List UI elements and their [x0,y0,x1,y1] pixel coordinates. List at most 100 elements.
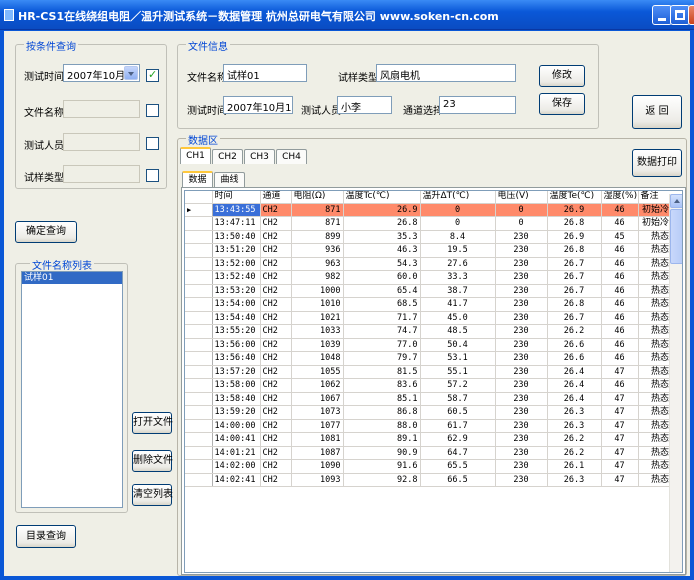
table-cell[interactable]: 13:50:40 [212,230,261,244]
table-cell[interactable]: 0 [420,216,496,231]
table-row[interactable]: 13:52:00 CH2 963 54.3 27.6 230 26.7 46 热态值 [185,257,682,271]
column-header-temp-te[interactable]: 温度Te(℃) [547,191,602,204]
table-cell[interactable]: 81.5 [343,365,421,379]
table-cell[interactable]: 46 [601,297,639,312]
query-file-name-checkbox[interactable] [146,104,159,117]
table-cell[interactable]: 58.7 [420,392,496,406]
file-list-item[interactable]: 试样01 [22,272,122,284]
table-cell[interactable]: 1048 [291,351,344,366]
column-header-humidity[interactable]: 湿度(%) [601,191,639,204]
table-cell[interactable]: 14:01:21 [212,446,261,460]
table-cell[interactable]: CH2 [260,230,292,244]
table-cell[interactable]: 230 [495,473,548,487]
table-cell[interactable]: 13:47:11 [212,216,261,231]
table-cell[interactable]: 1073 [291,405,344,420]
table-cell[interactable]: 13:54:00 [212,297,261,312]
table-cell[interactable]: 86.8 [343,405,421,420]
table-cell[interactable]: 47 [601,432,639,447]
table-cell[interactable]: 26.4 [547,392,602,406]
table-cell[interactable]: 57.2 [420,378,496,393]
table-cell[interactable]: 26.1 [547,459,602,474]
table-cell[interactable]: CH2 [260,473,292,487]
table-cell[interactable]: 230 [495,230,548,244]
query-tester-checkbox[interactable] [146,137,159,150]
table-row[interactable]: 13:57:20 CH2 1055 81.5 55.1 230 26.4 47 热态值 [185,365,682,379]
table-cell[interactable]: 13:56:00 [212,338,261,352]
table-cell[interactable]: 230 [495,311,548,325]
table-cell[interactable]: CH2 [260,392,292,406]
table-cell[interactable]: 26.8 [547,243,602,258]
table-cell[interactable]: 55.1 [420,365,496,379]
table-cell[interactable]: 47 [601,419,639,433]
table-cell[interactable]: 871 [291,203,344,217]
table-cell[interactable]: 45.0 [420,311,496,325]
table-cell[interactable]: 13:58:00 [212,378,261,393]
table-row[interactable]: 13:58:00 CH2 1062 83.6 57.2 230 26.4 46 热态值 [185,378,682,393]
query-test-time-checkbox[interactable] [146,68,159,82]
file-list[interactable]: 试样01 [21,271,123,508]
table-cell[interactable]: 871 [291,216,344,231]
column-header-voltage[interactable]: 电压(V) [495,191,548,204]
table-cell[interactable]: 60.0 [343,270,421,285]
table-cell[interactable]: 230 [495,365,548,379]
table-row[interactable]: ▶ 13:43:55 CH2 871 26.9 0 0 26.9 46 初始冷态值 [185,203,682,217]
tab-ch4[interactable]: CH4 [276,149,307,164]
table-cell[interactable]: 46 [601,338,639,352]
table-cell[interactable]: 1000 [291,284,344,298]
file-info-test-time-input[interactable]: 2007年10月11日 [223,96,293,114]
table-cell[interactable]: 230 [495,378,548,393]
column-header-temp-tc[interactable]: 温度Tc(℃) [343,191,421,204]
clear-list-button[interactable]: 清空列表 [132,484,173,506]
chevron-down-icon[interactable] [124,66,138,80]
table-cell[interactable]: CH2 [260,446,292,460]
file-info-name-input[interactable]: 试样01 [223,64,307,82]
table-cell[interactable]: 64.7 [420,446,496,460]
table-cell[interactable]: 60.5 [420,405,496,420]
table-cell[interactable]: 13:51:20 [212,243,261,258]
table-cell[interactable]: 0 [495,216,548,231]
query-file-name-input[interactable] [63,100,140,118]
scroll-down-icon[interactable] [670,572,683,573]
table-row[interactable]: 13:55:20 CH2 1033 74.7 48.5 230 26.2 46 热态值 [185,324,682,339]
table-cell[interactable]: 1090 [291,459,344,474]
table-cell[interactable]: 45 [601,230,639,244]
table-cell[interactable]: 1062 [291,378,344,393]
table-row[interactable]: 13:56:00 CH2 1039 77.0 50.4 230 26.6 46 热态值 [185,338,682,352]
table-cell[interactable]: 26.7 [547,270,602,285]
table-cell[interactable]: 230 [495,392,548,406]
table-row[interactable]: 14:01:21 CH2 1087 90.9 64.7 230 26.2 47 热态值 [185,446,682,460]
column-header-resistance[interactable]: 电阻(Ω) [291,191,344,204]
column-header-time[interactable]: 时间 [212,191,261,204]
file-info-channel-input[interactable]: 23 [439,96,516,114]
table-cell[interactable]: CH2 [260,243,292,258]
table-cell[interactable]: 13:56:40 [212,351,261,366]
table-cell[interactable]: 936 [291,243,344,258]
table-cell[interactable]: 26.9 [547,203,602,217]
table-cell[interactable]: CH2 [260,297,292,312]
table-row[interactable]: 14:02:41 CH2 1093 92.8 66.5 230 26.3 47 热态值 [185,473,682,487]
table-cell[interactable]: 230 [495,284,548,298]
table-cell[interactable]: 8.4 [420,230,496,244]
table-cell[interactable]: 66.5 [420,473,496,487]
table-cell[interactable]: CH2 [260,432,292,447]
maximize-button[interactable] [670,5,690,25]
table-cell[interactable]: 14:02:41 [212,473,261,487]
vertical-scrollbar[interactable] [669,194,683,573]
table-cell[interactable]: 47 [601,446,639,460]
table-cell[interactable]: 85.1 [343,392,421,406]
table-cell[interactable]: 83.6 [343,378,421,393]
table-cell[interactable]: 14:00:00 [212,419,261,433]
tab-ch3[interactable]: CH3 [244,149,275,164]
table-cell[interactable]: 41.7 [420,297,496,312]
table-row[interactable]: 14:00:00 CH2 1077 88.0 61.7 230 26.3 47 热态值 [185,419,682,433]
table-row[interactable]: 13:51:20 CH2 936 46.3 19.5 230 26.8 46 热态值 [185,243,682,258]
table-cell[interactable]: CH2 [260,338,292,352]
table-cell[interactable]: 46 [601,257,639,271]
table-cell[interactable]: 26.7 [547,257,602,271]
table-cell[interactable]: CH2 [260,311,292,325]
table-cell[interactable]: 13:58:40 [212,392,261,406]
table-cell[interactable]: 48.5 [420,324,496,339]
table-cell[interactable]: 26.3 [547,419,602,433]
tab-curve[interactable]: 曲线 [214,172,245,187]
table-cell[interactable]: CH2 [260,405,292,420]
